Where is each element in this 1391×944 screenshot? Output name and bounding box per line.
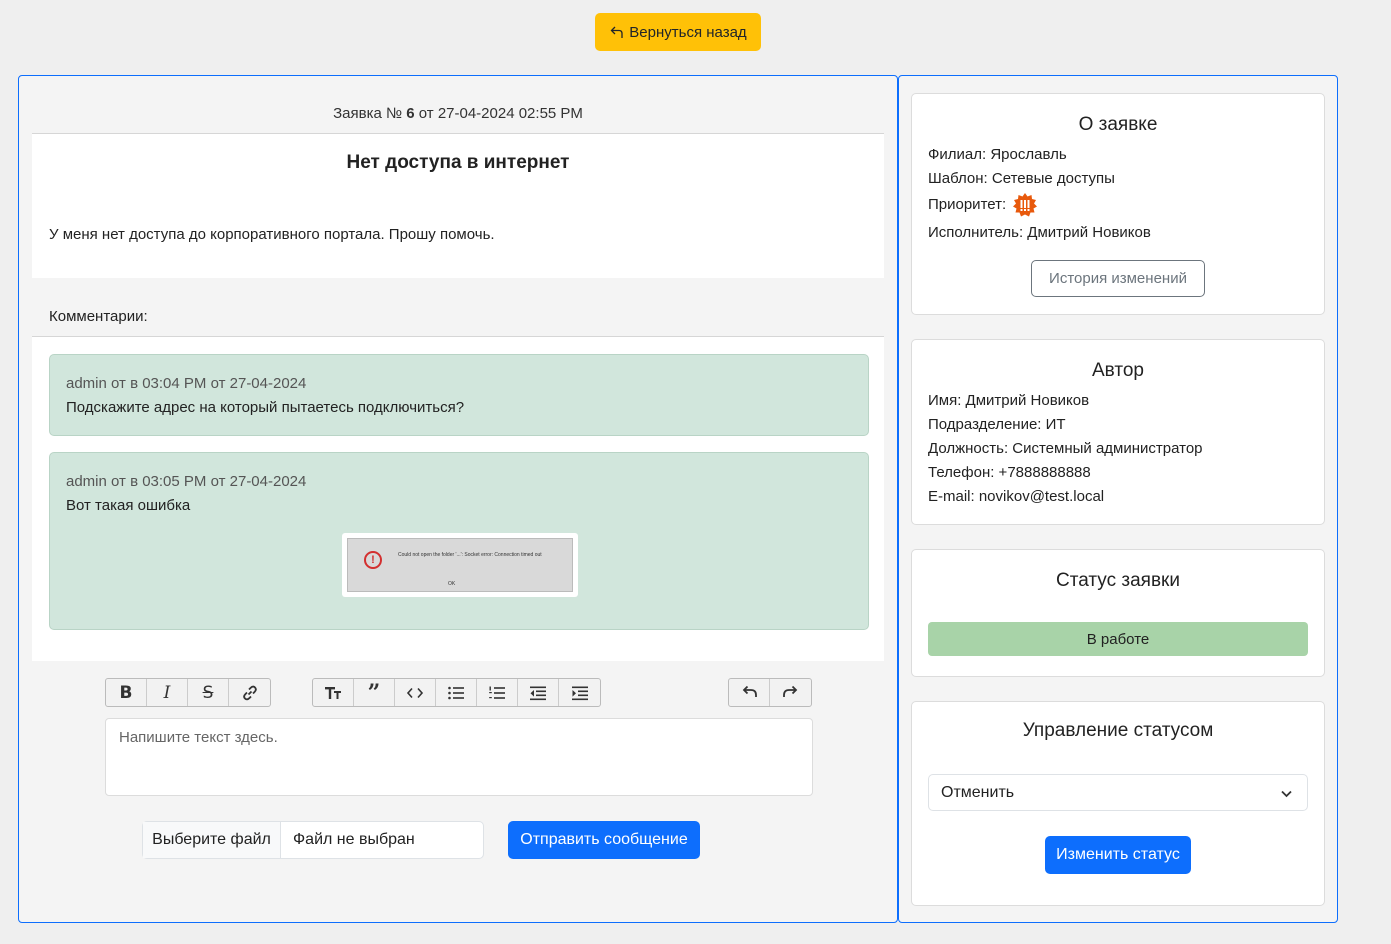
status-management-card: Управление статусом Отменить Изменить ст… <box>911 701 1325 906</box>
undo-icon[interactable] <box>729 679 770 706</box>
comment-meta: admin от в 03:05 PM от 27-04-2024 <box>66 473 307 490</box>
status-card: Статус заявки В работе <box>911 549 1325 677</box>
status-title: Статус заявки <box>1056 570 1180 591</box>
status-select[interactable]: Отменить <box>928 774 1308 811</box>
outdent-icon[interactable] <box>518 679 559 706</box>
comments-label: Комментарии: <box>49 308 148 325</box>
ticket-header-prefix: Заявка № <box>333 105 403 122</box>
ticket-title: Нет доступа в интернет <box>346 152 570 173</box>
status-management-title: Управление статусом <box>1022 720 1214 741</box>
comment-meta: admin от в 03:04 PM от 27-04-2024 <box>66 375 307 392</box>
ticket-sidebar: О заявке Филиал: Ярославль Шаблон: Сетев… <box>898 75 1338 923</box>
error-icon: ! <box>364 551 382 569</box>
code-icon[interactable] <box>395 679 436 706</box>
numbered-list-icon[interactable] <box>477 679 518 706</box>
author-phone: Телефон: +7888888888 <box>928 464 1091 481</box>
bullet-list-icon[interactable] <box>436 679 477 706</box>
ticket-description: У меня нет доступа до корпоративного пор… <box>49 226 495 243</box>
send-message-button[interactable]: Отправить сообщение <box>508 821 700 859</box>
comment-text: Подскажите адрес на который пытаетесь по… <box>66 399 465 416</box>
author-department: Подразделение: ИТ <box>928 416 1066 433</box>
author-position: Должность: Системный администратор <box>928 440 1203 457</box>
back-button[interactable]: Вернуться назад <box>595 13 761 51</box>
author-name: Имя: Дмитрий Новиков <box>928 392 1090 409</box>
chevron-down-icon <box>1281 790 1292 798</box>
error-ok-button: OK <box>448 581 456 587</box>
status-badge: В работе <box>928 622 1308 656</box>
ticket-header: Заявка № 6 от 27-04-2024 02:55 PM <box>32 100 884 134</box>
comment-editor[interactable]: Напишите текст здесь. <box>105 718 813 796</box>
quote-icon[interactable]: ” <box>354 679 395 706</box>
about-title: О заявке <box>1078 114 1158 135</box>
history-button[interactable]: История изменений <box>1031 260 1205 297</box>
error-message: Could not open the folder '...': Socket … <box>398 552 542 558</box>
ticket-body: Нет доступа в интернет У меня нет доступ… <box>32 134 884 278</box>
file-input[interactable]: Выберите файл Файл не выбран <box>142 821 484 859</box>
comments-list: admin от в 03:04 PM от 27-04-2024 Подска… <box>32 336 884 661</box>
heading-icon[interactable] <box>313 679 354 706</box>
change-status-button[interactable]: Изменить статус <box>1045 836 1191 874</box>
bold-icon[interactable]: B <box>106 679 147 706</box>
about-card: О заявке Филиал: Ярославль Шаблон: Сетев… <box>911 93 1325 315</box>
block-toolbar-group: ” <box>312 678 601 707</box>
comment-text: Вот такая ошибка <box>66 497 191 514</box>
italic-icon[interactable]: I <box>147 679 188 706</box>
redo-icon[interactable] <box>770 679 811 706</box>
ticket-number: 6 <box>406 105 415 122</box>
file-status: Файл не выбран <box>293 831 415 848</box>
format-toolbar-group: B I S <box>105 678 271 707</box>
priority-label: Приоритет: <box>928 195 1007 213</box>
author-card: Автор Имя: Дмитрий Новиков Подразделение… <box>911 339 1325 525</box>
status-select-value: Отменить <box>941 783 1015 801</box>
return-arrow-icon <box>610 26 623 38</box>
choose-file-button[interactable]: Выберите файл <box>143 822 281 858</box>
link-icon[interactable] <box>229 679 270 706</box>
comment-item: admin от в 03:04 PM от 27-04-2024 Подска… <box>49 354 869 436</box>
template-text: Шаблон: Сетевые доступы <box>928 170 1115 187</box>
error-dialog-screenshot: ! Could not open the folder '...': Socke… <box>347 538 573 592</box>
priority-row: Приоритет: <box>928 192 1038 218</box>
ticket-panel: Заявка № 6 от 27-04-2024 02:55 PM Нет до… <box>18 75 898 923</box>
strikethrough-icon[interactable]: S <box>188 679 229 706</box>
priority-high-icon <box>1012 192 1038 218</box>
branch-text: Филиал: Ярославль <box>928 146 1067 163</box>
back-button-label: Вернуться назад <box>629 23 747 41</box>
comment-attachment-image[interactable]: ! Could not open the folder '...': Socke… <box>342 533 578 597</box>
history-toolbar-group <box>728 678 812 707</box>
author-email: E-mail: novikov@test.local <box>928 488 1105 505</box>
editor-placeholder: Напишите текст здесь. <box>119 729 278 746</box>
comment-item: admin от в 03:05 PM от 27-04-2024 Вот та… <box>49 452 869 630</box>
ticket-date: от 27-04-2024 02:55 PM <box>418 105 583 122</box>
assignee-text: Исполнитель: Дмитрий Новиков <box>928 224 1151 241</box>
indent-icon[interactable] <box>559 679 600 706</box>
author-title: Автор <box>1092 360 1144 381</box>
